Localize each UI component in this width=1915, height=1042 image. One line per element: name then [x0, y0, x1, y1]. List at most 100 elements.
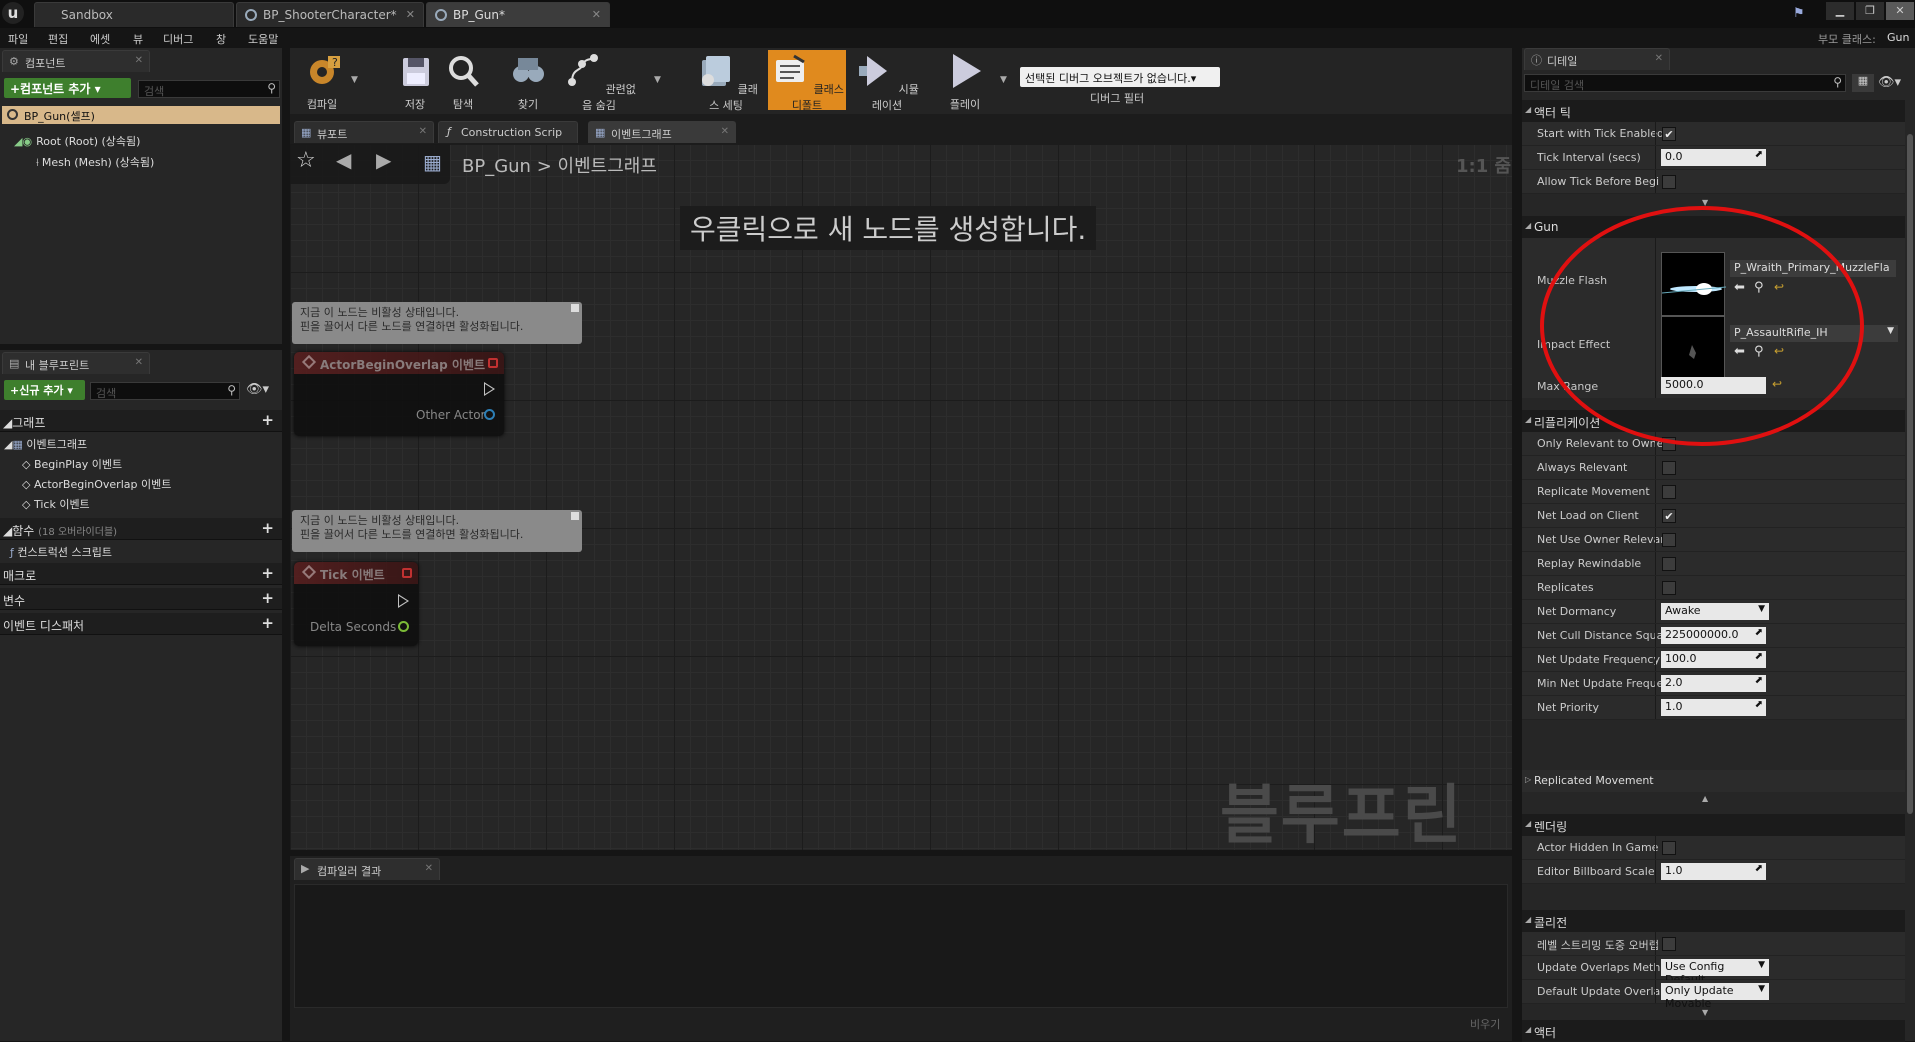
property-combo[interactable]: Awake [1661, 603, 1769, 620]
property-number-input[interactable]: 1.0 [1661, 863, 1766, 880]
property-number-input[interactable]: 225000000.0 [1661, 627, 1766, 644]
property-matrix-icon[interactable]: ▦ [1852, 74, 1874, 92]
add-dispatcher-icon[interactable]: + [261, 614, 274, 632]
pin-icon[interactable] [571, 512, 579, 520]
hide-unrelated-button[interactable]: 관련없음 숨김 [560, 50, 638, 112]
star-favorite-icon[interactable]: ☆ [296, 148, 316, 173]
close-icon[interactable]: ✕ [419, 126, 427, 137]
tab-components[interactable]: ⚙ 컴포넌트 ✕ [2, 50, 150, 72]
debug-object-select[interactable]: 선택된 디버그 오브젝트가 없습니다.▾ [1020, 67, 1220, 87]
add-graph-icon[interactable]: + [261, 411, 274, 429]
add-macro-icon[interactable]: + [261, 564, 274, 582]
exec-output-pin[interactable] [398, 594, 409, 608]
browse-button[interactable]: 탐색 [440, 50, 486, 111]
tab-my-blueprint[interactable]: ▤ 내 블루프린트 ✕ [2, 352, 150, 374]
section-variables[interactable]: 변수 + [0, 588, 282, 610]
event-tick[interactable]: ◇ Tick 이벤트 [22, 496, 90, 512]
property-number-input[interactable]: 0.0 [1661, 149, 1766, 166]
close-icon[interactable]: ✕ [135, 357, 143, 368]
property-checkbox[interactable] [1662, 461, 1676, 475]
tab-viewport[interactable]: ▦ 뷰포트 ✕ [294, 121, 434, 143]
add-variable-icon[interactable]: + [261, 589, 274, 607]
eye-visibility-icon[interactable]: 👁▾ [246, 382, 269, 397]
save-button[interactable]: 저장 [392, 50, 438, 111]
parent-class-link[interactable]: Gun [1887, 31, 1909, 44]
add-new-button[interactable]: +신규 추가 ▾ [4, 380, 85, 400]
other-actor-pin[interactable] [484, 409, 495, 420]
event-beginplay[interactable]: ◇ BeginPlay 이벤트 [22, 456, 122, 472]
property-checkbox[interactable] [1662, 937, 1676, 951]
play-button[interactable]: 플레이 [940, 50, 990, 111]
section-rendering[interactable]: 렌더링 [1522, 814, 1905, 836]
tab-compiler-results[interactable]: ▶ 컴파일러 결과 ✕ [294, 858, 440, 880]
menu-asset[interactable]: 에셋 [90, 31, 110, 47]
menu-window[interactable]: 창 [216, 31, 226, 47]
back-arrow-icon[interactable]: ◀ [336, 148, 351, 172]
section-actor[interactable]: 액터 [1522, 1020, 1905, 1042]
hide-options-chevron-icon[interactable]: ▼ [654, 75, 661, 85]
section-replicated-movement[interactable]: Replicated Movement [1522, 770, 1905, 792]
minimize-button[interactable]: ▁ [1826, 2, 1854, 20]
property-checkbox[interactable]: ✔ [1662, 127, 1676, 141]
expand-arrow-icon[interactable]: ▼ [1702, 1008, 1708, 1017]
class-settings-button[interactable]: 클래스 세팅 [690, 50, 762, 112]
menu-debug[interactable]: 디버그 [163, 31, 193, 47]
section-graphs[interactable]: ◢그래프 + [0, 410, 282, 432]
delegate-pin-icon[interactable] [402, 568, 412, 578]
add-function-icon[interactable]: + [261, 519, 274, 537]
section-actor-tick[interactable]: 액터 틱 [1522, 100, 1905, 122]
components-search-input[interactable]: 검색 ⚲ [138, 80, 280, 98]
event-actorbeginoverlap[interactable]: ◇ ActorBeginOverlap 이벤트 [22, 476, 171, 492]
component-root[interactable]: ◢◉ Root (Root) (상속됨) [14, 133, 140, 149]
tab-details[interactable]: ⓘ 디테일 ✕ [1524, 48, 1670, 70]
close-icon[interactable]: ✕ [1655, 53, 1663, 64]
section-event-dispatchers[interactable]: 이벤트 디스패처 + [0, 613, 282, 635]
property-combo[interactable]: Use Config Default [1661, 959, 1769, 986]
menu-view[interactable]: 뷰 [133, 31, 143, 47]
delegate-pin-icon[interactable] [488, 358, 498, 368]
simulation-button[interactable]: 시뮬레이션 [852, 50, 922, 112]
property-number-input[interactable]: 100.0 [1661, 651, 1766, 668]
component-mesh[interactable]: ⟊ Mesh (Mesh) (상속됨) [36, 154, 154, 170]
node-actor-begin-overlap[interactable]: ActorBeginOverlap 이벤트 Other Actor [294, 352, 504, 436]
compile-options-chevron-icon[interactable]: ▼ [351, 75, 358, 85]
graph-event-graph[interactable]: ◢▦ 이벤트그래프 [4, 436, 87, 452]
menu-edit[interactable]: 편집 [48, 31, 68, 47]
clear-button[interactable]: 비우기 [1470, 1016, 1500, 1032]
details-search-input[interactable]: 디테일 검색 ⚲ [1524, 74, 1846, 92]
node-tick-event[interactable]: Tick 이벤트 Delta Seconds [294, 562, 418, 646]
tab-construction-script[interactable]: ƒ Construction Scrip [438, 121, 578, 143]
property-checkbox[interactable] [1662, 175, 1676, 189]
tab-bp-gun[interactable]: BP_Gun* ✕ [426, 2, 610, 27]
exec-output-pin[interactable] [484, 382, 495, 396]
close-icon[interactable]: ✕ [592, 8, 601, 21]
section-macros[interactable]: 매크로 + [0, 563, 282, 585]
class-defaults-button[interactable]: 클래스 디폴트 [768, 50, 846, 112]
close-icon[interactable]: ✕ [406, 8, 415, 21]
property-checkbox[interactable] [1662, 485, 1676, 499]
section-functions[interactable]: ◢함수 (18 오버라이더블) + [0, 518, 282, 540]
tab-bp-shooter[interactable]: BP_ShooterCharacter* ✕ [236, 2, 424, 27]
play-options-chevron-icon[interactable]: ▼ [1000, 75, 1007, 85]
menu-file[interactable]: 파일 [8, 31, 28, 47]
function-construction-script[interactable]: ƒ 컨스트럭션 스크립트 [10, 544, 112, 560]
delta-seconds-pin[interactable] [398, 621, 409, 632]
close-icon[interactable]: ✕ [425, 863, 433, 874]
property-combo[interactable]: Only Update Movable [1661, 983, 1769, 1010]
breadcrumb-root[interactable]: BP_Gun [462, 156, 531, 177]
property-checkbox[interactable]: ✔ [1662, 509, 1676, 523]
component-self[interactable]: BP_Gun(셀프) [2, 106, 280, 124]
compile-button[interactable]: ? 컴파일 [296, 50, 348, 111]
add-component-button[interactable]: +컴포넌트 추가 ▾ [4, 78, 131, 98]
property-checkbox[interactable] [1662, 841, 1676, 855]
pin-icon[interactable] [571, 304, 579, 312]
find-button[interactable]: 찾기 [505, 50, 551, 111]
eye-visibility-icon[interactable]: 👁▾ [1878, 75, 1901, 90]
collapse-arrow-icon[interactable]: ▲ [1702, 794, 1708, 803]
close-window-button[interactable]: ✕ [1886, 2, 1914, 20]
tab-sandbox[interactable]: Sandbox [34, 2, 234, 27]
tab-event-graph[interactable]: ▦ 이벤트그래프 ✕ [588, 121, 736, 143]
property-number-input[interactable]: 1.0 [1661, 699, 1766, 716]
property-number-input[interactable]: 2.0 [1661, 675, 1766, 692]
close-icon[interactable]: ✕ [721, 126, 729, 137]
